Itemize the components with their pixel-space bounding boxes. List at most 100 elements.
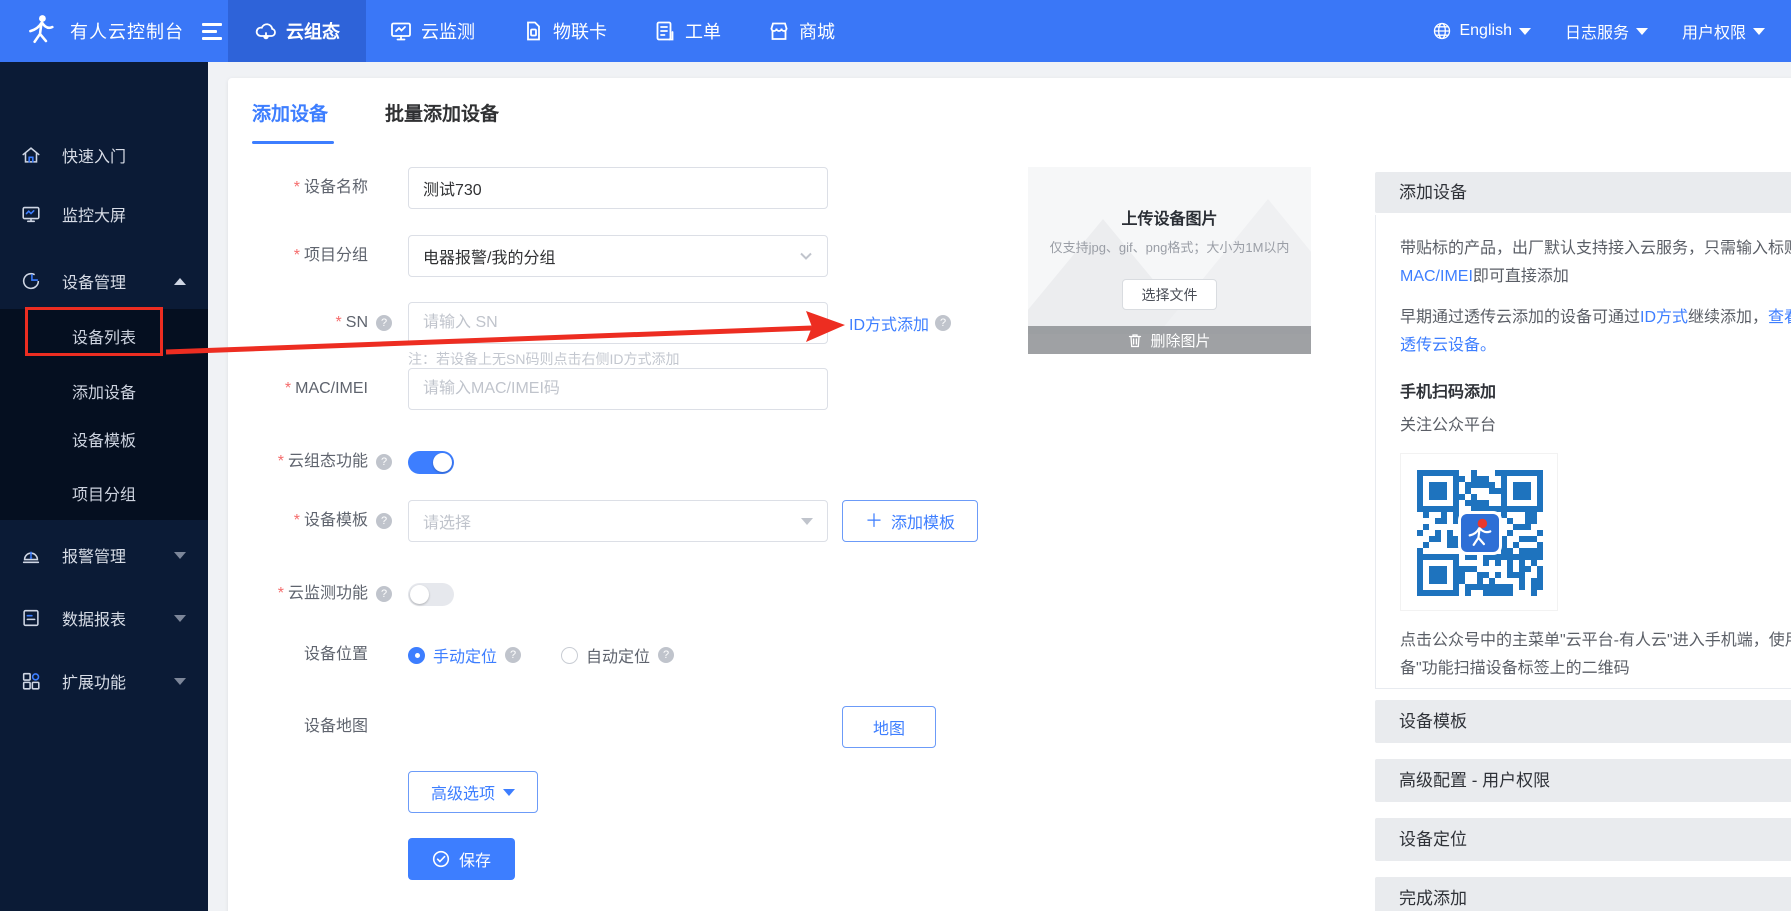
map-button[interactable]: 地图 [842, 706, 936, 748]
qr-caption: 点击公众号中的主菜单"云平台-有人云"进入手机端，使用"添加设备"功能扫描设备标… [1400, 627, 1791, 683]
help-question-icon[interactable]: ? [505, 647, 521, 663]
brand: 有人云控制台 [0, 0, 228, 62]
help-question-icon[interactable]: ? [935, 315, 951, 331]
primary-nav: 云组态 云监测 物联卡 工单 商城 [228, 0, 858, 62]
help-question-icon[interactable]: ? [376, 586, 392, 602]
help-question-icon[interactable]: ? [658, 647, 674, 663]
cloud-scada-toggle[interactable] [408, 451, 454, 474]
help-body: 带贴标的产品，出厂默认支持接入云服务，只需输入标贴上的SN或MAC/IMEI即可… [1375, 215, 1791, 689]
sidebar-item-quick-start[interactable]: 快速入门 [0, 132, 208, 178]
caret-down-icon [503, 789, 515, 796]
sidebar-item-device-list[interactable]: 设备列表 [0, 316, 208, 362]
radio-auto-locate[interactable]: 自动定位 ? [561, 643, 674, 667]
help-section-add-device[interactable]: 添加设备 [1375, 172, 1791, 213]
active-tab-underline [252, 141, 334, 144]
help-section-device-template[interactable]: 设备模板 [1375, 700, 1791, 743]
id-method-link[interactable]: ID方式 [1640, 309, 1688, 326]
work-order-icon [653, 19, 677, 43]
store-icon [767, 19, 791, 43]
sidebar-item-project-group[interactable]: 项目分组 [0, 473, 208, 519]
cloud-monitor-row: 云监测功能 ? [228, 573, 1028, 615]
follow-public-account: 关注公众平台 [1400, 412, 1791, 440]
log-service-menu[interactable]: 日志服务 [1565, 19, 1648, 43]
language-menu[interactable]: English [1432, 21, 1530, 41]
chevron-up-icon [174, 278, 186, 285]
help-question-icon[interactable]: ? [376, 315, 392, 331]
project-group-select[interactable]: 电器报警/我的分组 [408, 235, 828, 277]
device-manage-icon [20, 270, 42, 292]
mac-imei-link[interactable]: MAC/IMEI [1400, 268, 1473, 285]
chevron-down-icon [1636, 28, 1648, 35]
person-logo-icon [24, 12, 58, 51]
top-navbar: 有人云控制台 云组态 云监测 物联卡 工单 [0, 0, 1791, 62]
chevron-down-icon [174, 678, 186, 685]
cloud-monitor-label: 云监测功能 [228, 573, 368, 615]
sidebar-item-monitor-screen[interactable]: 监控大屏 [0, 191, 208, 237]
hamburger-icon[interactable] [202, 23, 222, 40]
add-by-id-link[interactable]: ID方式添加 ? [849, 302, 951, 344]
alarm-icon [20, 544, 42, 566]
plus-icon: ＋ [865, 512, 883, 530]
nav-tab-mall[interactable]: 商城 [744, 0, 858, 62]
mac-imei-label: MAC/IMEI [228, 368, 368, 410]
navbar-right: English 日志服务 用户权限 [1432, 0, 1791, 62]
home-icon [20, 144, 42, 166]
sidebar-item-data-report[interactable]: 数据报表 [0, 595, 208, 641]
device-map-row: 设备地图 地图 [228, 706, 1028, 748]
sidebar-item-add-device[interactable]: 添加设备 [0, 371, 208, 417]
scan-code-subtitle: 手机扫码添加 [1400, 379, 1791, 407]
device-manage-submenu: 设备列表 添加设备 设备模板 项目分组 [0, 309, 208, 520]
project-group-label: 项目分组 [228, 235, 368, 277]
help-question-icon[interactable]: ? [376, 513, 392, 529]
delete-image-button[interactable]: 删除图片 [1028, 326, 1311, 354]
mac-imei-row: MAC/IMEI [228, 368, 1028, 410]
radio-icon [561, 647, 578, 664]
help-paragraph: 带贴标的产品，出厂默认支持接入云服务，只需输入标贴上的SN或MAC/IMEI即可… [1400, 235, 1791, 291]
save-button[interactable]: 保存 [408, 838, 515, 880]
tab-add-device[interactable]: 添加设备 [252, 95, 328, 135]
help-section-finish-add[interactable]: 完成添加 [1375, 877, 1791, 911]
help-section-advanced-config[interactable]: 高级配置 - 用户权限 [1375, 759, 1791, 802]
advanced-options-button[interactable]: 高级选项 [408, 771, 538, 813]
logo-red-dot [1478, 519, 1488, 529]
device-name-input[interactable] [408, 167, 828, 209]
add-template-button[interactable]: ＋ 添加模板 [842, 500, 978, 542]
nav-tab-cloud-monitor[interactable]: 云监测 [366, 0, 498, 62]
sidebar-item-alarm-manage[interactable]: 报警管理 [0, 532, 208, 578]
chevron-down-icon [799, 249, 813, 263]
cloud-icon [254, 19, 278, 43]
sn-note: 注：若设备上无SN码则点击右侧ID方式添加 [408, 349, 679, 369]
device-location-label: 设备位置 [228, 634, 368, 676]
device-name-row: 设备名称 [228, 167, 1028, 209]
device-name-label: 设备名称 [228, 167, 368, 209]
radio-manual-locate[interactable]: 手动定位 ? [408, 643, 521, 667]
mac-imei-input[interactable] [408, 368, 828, 410]
sn-input[interactable] [408, 302, 828, 344]
device-template-row: 设备模板 ? 请选择 ＋ 添加模板 [228, 500, 1028, 542]
location-radio-group: 手动定位 ? 自动定位 ? [408, 634, 674, 676]
report-icon [20, 607, 42, 629]
caret-down-icon [801, 518, 813, 525]
nav-tab-work-order[interactable]: 工单 [630, 0, 744, 62]
qr-code [1400, 453, 1558, 611]
sidebar-item-extensions[interactable]: 扩展功能 [0, 658, 208, 704]
sidebar-item-device-template[interactable]: 设备模板 [0, 419, 208, 465]
nav-tab-cloud-scada[interactable]: 云组态 [228, 0, 366, 62]
help-question-icon[interactable]: ? [376, 454, 392, 470]
nav-tab-iot-card[interactable]: 物联卡 [498, 0, 630, 62]
device-template-select[interactable]: 请选择 [408, 500, 828, 542]
device-location-row: 设备位置 手动定位 ? 自动定位 ? [228, 634, 1028, 676]
user-permission-menu[interactable]: 用户权限 [1682, 19, 1765, 43]
choose-file-button[interactable]: 选择文件 [1122, 279, 1217, 310]
cloud-monitor-toggle[interactable] [408, 583, 454, 606]
cloud-scada-row: 云组态功能 ? [228, 441, 1028, 483]
extension-icon [20, 670, 42, 692]
sidebar-item-device-manage[interactable]: 设备管理 [0, 258, 208, 304]
qr-center-logo [1458, 511, 1502, 555]
brand-title: 有人云控制台 [70, 18, 184, 44]
upload-hint: 仅支持jpg、gif、png格式；大小为1M以内 [1028, 237, 1311, 256]
radio-icon [408, 647, 425, 664]
device-image-upload: 上传设备图片 仅支持jpg、gif、png格式；大小为1M以内 选择文件 删除图… [1028, 167, 1311, 354]
tab-batch-add-device[interactable]: 批量添加设备 [385, 95, 499, 135]
help-section-device-locate[interactable]: 设备定位 [1375, 818, 1791, 861]
